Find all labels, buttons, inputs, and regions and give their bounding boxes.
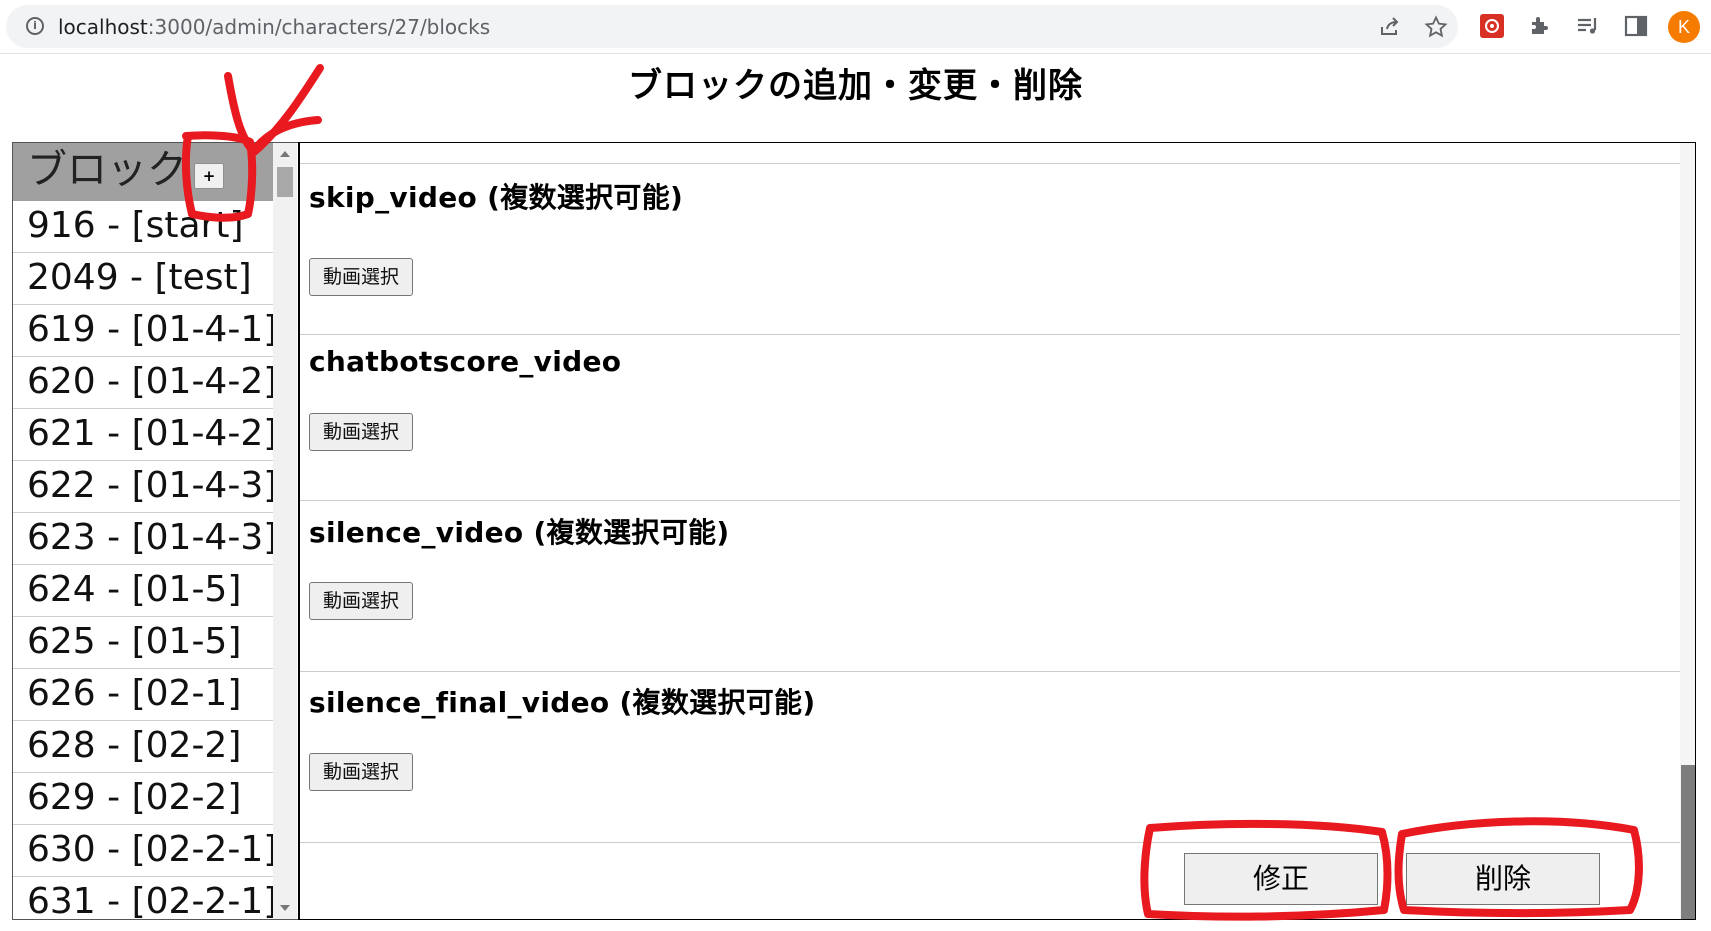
block-list-item[interactable]: 624 - [01-5] (13, 565, 273, 617)
page-title: ブロックの追加・変更・削除 (628, 66, 1083, 106)
share-icon[interactable] (1378, 15, 1402, 39)
url-path: :3000/admin/characters/27/blocks (147, 15, 491, 39)
video-setting-section: silence_final_video (複数選択可能) 動画選択 (300, 671, 1680, 843)
sidebar-title: ブロック (27, 147, 187, 193)
block-list-item[interactable]: 916 - [start] (13, 201, 273, 253)
profile-avatar[interactable]: K (1668, 11, 1700, 43)
main-scrollbar[interactable] (1680, 143, 1695, 919)
sidebar-header: ブロック + (13, 143, 273, 201)
video-setting-section: silence_video (複数選択可能) 動画選択 (300, 501, 1680, 672)
block-list-item[interactable]: 625 - [01-5] (13, 617, 273, 669)
block-sidebar: ブロック + 916 - [start] 2049 - [test] 619 -… (12, 142, 298, 920)
extension-app-icon[interactable] (1479, 13, 1505, 39)
section-title: chatbotscore_video (309, 345, 622, 378)
browser-toolbar: i localhost:3000/admin/characters/27/blo… (0, 0, 1711, 54)
block-list-item[interactable]: 620 - [01-4-2] (13, 357, 277, 409)
side-panel-icon[interactable] (1623, 13, 1649, 39)
scroll-up-arrow-icon[interactable] (280, 151, 290, 157)
video-setting-section: skip_video (複数選択可能) 動画選択 (300, 164, 1680, 335)
add-block-button[interactable]: + (194, 163, 224, 189)
section-title: silence_final_video (複数選択可能) (309, 686, 816, 719)
url-text[interactable]: localhost:3000/admin/characters/27/block… (58, 15, 490, 39)
block-list-item[interactable]: 628 - [02-2] (13, 721, 273, 773)
select-video-button[interactable]: 動画選択 (309, 753, 413, 791)
bookmark-star-icon[interactable] (1424, 15, 1448, 39)
block-list-item[interactable]: 622 - [01-4-3] (13, 461, 277, 513)
section-title: skip_video (複数選択可能) (309, 181, 684, 214)
sidebar-scrollbar[interactable] (273, 143, 297, 919)
block-list-item[interactable]: 2049 - [test] (13, 253, 273, 305)
block-list-item[interactable]: 621 - [01-4-2] (13, 409, 277, 461)
scrollbar-thumb[interactable] (277, 167, 293, 197)
block-detail-panel: skip_video (複数選択可能) 動画選択 chatbotscore_vi… (298, 142, 1696, 920)
delete-button[interactable]: 削除 (1406, 853, 1600, 905)
block-list-item[interactable]: 623 - [01-4-3] (13, 513, 277, 565)
extensions-puzzle-icon[interactable] (1527, 13, 1553, 39)
info-icon[interactable]: i (26, 17, 44, 35)
media-queue-icon[interactable] (1575, 13, 1601, 39)
block-list: 916 - [start] 2049 - [test] 619 - [01-4-… (13, 201, 277, 919)
address-bar[interactable]: i localhost:3000/admin/characters/27/blo… (6, 5, 1458, 48)
url-host: localhost (58, 15, 148, 39)
select-video-button[interactable]: 動画選択 (309, 582, 413, 620)
select-video-button[interactable]: 動画選択 (309, 258, 413, 296)
select-video-button[interactable]: 動画選択 (309, 413, 413, 451)
update-button[interactable]: 修正 (1184, 853, 1378, 905)
block-list-item[interactable]: 619 - [01-4-1] (13, 305, 277, 357)
scrollbar-thumb[interactable] (1681, 765, 1695, 919)
block-list-item[interactable]: 629 - [02-2] (13, 773, 273, 825)
block-list-item[interactable]: 631 - [02-2-1] (13, 877, 277, 919)
scroll-down-arrow-icon[interactable] (280, 905, 290, 911)
block-list-item[interactable]: 626 - [02-1] (13, 669, 273, 721)
block-list-item[interactable]: 630 - [02-2-1] (13, 825, 277, 877)
section-title: silence_video (複数選択可能) (309, 516, 730, 549)
video-setting-section: chatbotscore_video 動画選択 (300, 335, 1680, 501)
